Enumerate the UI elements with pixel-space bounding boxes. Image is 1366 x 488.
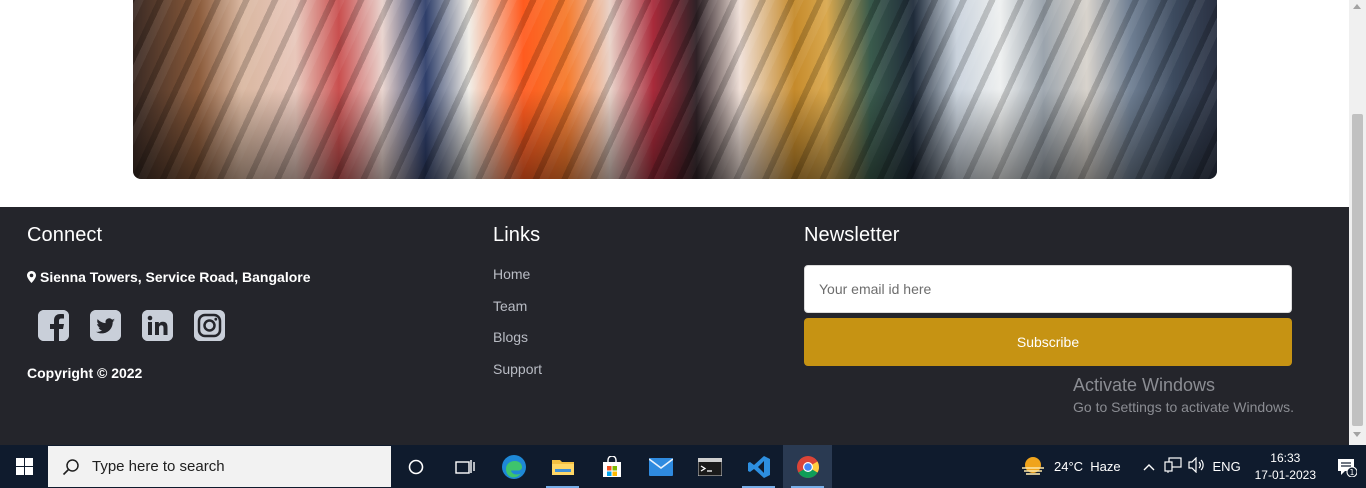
footer-link-support[interactable]: Support (493, 361, 542, 393)
volume-icon[interactable] (1185, 456, 1209, 476)
weather-text: 24°C Haze (1053, 459, 1121, 474)
task-view-button[interactable] (440, 445, 489, 488)
cortana-circle-icon (408, 459, 423, 474)
system-tray: 24°C Haze ENG 16:33 17-01-2023 1 (1020, 445, 1366, 488)
search-icon (62, 458, 79, 475)
clock[interactable]: 16:33 17-01-2023 (1255, 450, 1316, 484)
activate-windows-subtitle: Go to Settings to activate Windows. (1073, 399, 1294, 415)
notification-center-button[interactable]: 1 (1328, 457, 1366, 477)
weather-widget[interactable]: 24°C Haze (1020, 456, 1121, 478)
microsoft-store-button[interactable] (587, 445, 636, 488)
network-icon[interactable] (1161, 457, 1185, 476)
newsletter-email-input[interactable] (804, 265, 1292, 313)
task-view-icon (454, 459, 475, 474)
footer-links: Home Team Blogs Support (493, 266, 542, 392)
edge-browser-button[interactable] (489, 445, 538, 488)
scroll-up-arrow-icon[interactable] (1353, 4, 1361, 9)
file-explorer-button[interactable] (538, 445, 587, 488)
site-footer: Connect Sienna Towers, Service Road, Ban… (0, 207, 1349, 445)
scroll-down-arrow-icon[interactable] (1353, 432, 1361, 437)
store-bag-icon (602, 455, 621, 477)
twitter-icon[interactable] (90, 310, 121, 341)
clock-time: 16:33 (1270, 450, 1301, 465)
haze-sun-icon (1021, 456, 1044, 475)
page-scrollbar[interactable] (1349, 0, 1366, 445)
activate-windows-title: Activate Windows (1073, 375, 1216, 395)
notification-count: 1 (1350, 468, 1355, 477)
links-heading: Links (493, 224, 541, 246)
newsletter-heading: Newsletter (804, 224, 900, 246)
subscribe-button[interactable]: Subscribe (804, 318, 1292, 366)
social-links (38, 310, 225, 341)
clothing-rack-image (133, 0, 1217, 179)
folder-icon (551, 459, 574, 475)
vscode-button[interactable] (734, 445, 783, 488)
chevron-up-icon[interactable] (1137, 459, 1161, 474)
cortana-button[interactable] (391, 445, 440, 488)
windows-logo-icon (15, 458, 33, 475)
linkedin-icon[interactable] (142, 310, 173, 341)
footer-link-home[interactable]: Home (493, 266, 542, 298)
search-placeholder: Type here to search (92, 458, 225, 475)
copyright-text: Copyright © 2022 (27, 365, 143, 381)
terminal-button[interactable] (685, 445, 734, 488)
chrome-button[interactable] (783, 445, 832, 488)
chrome-icon (796, 455, 819, 478)
mail-button[interactable] (636, 445, 685, 488)
map-pin-icon (27, 271, 36, 283)
instagram-icon[interactable] (194, 310, 225, 341)
connect-heading: Connect (27, 224, 103, 246)
facebook-icon[interactable] (38, 310, 69, 341)
input-language[interactable]: ENG (1209, 459, 1245, 474)
scrollbar-thumb[interactable] (1352, 114, 1363, 426)
terminal-icon (697, 457, 722, 476)
clock-date: 17-01-2023 (1254, 467, 1316, 482)
start-button[interactable] (0, 445, 48, 488)
mail-envelope-icon (648, 457, 673, 476)
footer-link-blogs[interactable]: Blogs (493, 329, 542, 361)
edge-icon (501, 454, 526, 479)
footer-link-team[interactable]: Team (493, 298, 542, 330)
address-text: Sienna Towers, Service Road, Bangalore (40, 269, 311, 285)
notification-icon: 1 (1338, 458, 1357, 477)
browser-viewport: Connect Sienna Towers, Service Road, Ban… (0, 0, 1349, 445)
vscode-icon (747, 455, 770, 478)
taskbar-search-box[interactable]: Type here to search (48, 446, 391, 487)
address: Sienna Towers, Service Road, Bangalore (27, 269, 311, 285)
windows-taskbar: Type here to search 24°C Haze ENG 16:33 … (0, 445, 1366, 488)
